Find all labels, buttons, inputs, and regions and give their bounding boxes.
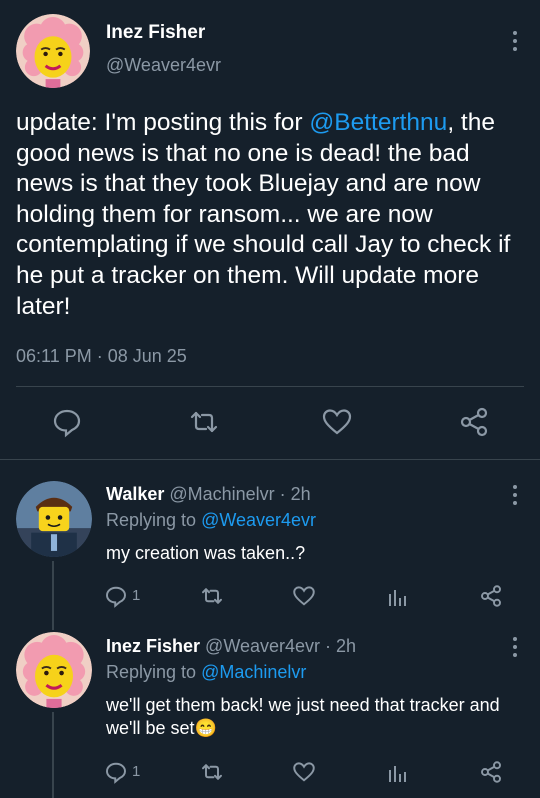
comment-icon[interactable]	[104, 584, 128, 608]
comment-count: 1	[132, 587, 141, 604]
reply-text: we'll get them back! we just need that t…	[106, 694, 526, 740]
reply-text-body: we'll get them back! we just need that t…	[106, 695, 500, 738]
thread-line	[52, 561, 54, 630]
tweet-text: update: I'm posting this for @Betterthnu…	[16, 108, 528, 322]
more-options-icon[interactable]	[512, 637, 518, 657]
divider	[0, 459, 540, 460]
share-icon[interactable]	[479, 584, 503, 608]
author-handle[interactable]: @Weaver4evr	[106, 55, 221, 76]
avatar[interactable]	[16, 632, 92, 708]
reply-header: Walker @Machinelvr · 2h	[106, 484, 311, 505]
author-handle[interactable]: @Weaver4evr · 2h	[205, 636, 356, 656]
author-name[interactable]: Inez Fisher	[106, 22, 205, 44]
analytics-icon[interactable]	[386, 584, 410, 608]
comment-icon[interactable]	[51, 406, 83, 438]
analytics-icon[interactable]	[386, 760, 410, 784]
tweet-timestamp[interactable]: 06:11 PM · 08 Jun 25	[16, 346, 187, 367]
author-name[interactable]: Inez Fisher	[106, 636, 200, 656]
author-name[interactable]: Walker	[106, 484, 164, 504]
retweet-icon[interactable]	[188, 406, 220, 438]
heart-icon[interactable]	[292, 584, 316, 608]
comment-icon[interactable]	[104, 760, 128, 784]
share-icon[interactable]	[458, 406, 490, 438]
avatar[interactable]	[16, 14, 90, 88]
avatar[interactable]	[16, 481, 92, 557]
replying-to: Replying to @Weaver4evr	[106, 510, 316, 531]
mention-link[interactable]: @Betterthnu	[309, 109, 447, 136]
more-options-icon[interactable]	[512, 31, 518, 51]
replying-to: Replying to @Machinelvr	[106, 662, 306, 683]
retweet-icon[interactable]	[200, 584, 224, 608]
share-icon[interactable]	[479, 760, 503, 784]
tweet-text-part: update: I'm posting this for	[16, 109, 310, 136]
mention-link[interactable]: @Weaver4evr	[201, 510, 316, 530]
reply-text: my creation was taken..?	[106, 543, 306, 563]
heart-icon[interactable]	[321, 406, 353, 438]
thread-line	[52, 712, 54, 798]
heart-icon[interactable]	[292, 760, 316, 784]
tweet-text-part: , the good news is that no one is dead! …	[16, 109, 511, 320]
reply-header: Inez Fisher @Weaver4evr · 2h	[106, 636, 356, 657]
more-options-icon[interactable]	[512, 485, 518, 505]
comment-count: 1	[132, 763, 141, 780]
mention-link[interactable]: @Machinelvr	[201, 662, 306, 682]
author-handle[interactable]: @Machinelvr · 2h	[169, 484, 310, 504]
grin-emoji: 😁	[194, 718, 217, 738]
replying-label: Replying to	[106, 510, 202, 530]
divider	[16, 386, 524, 387]
retweet-icon[interactable]	[200, 760, 224, 784]
replying-label: Replying to	[106, 662, 202, 682]
